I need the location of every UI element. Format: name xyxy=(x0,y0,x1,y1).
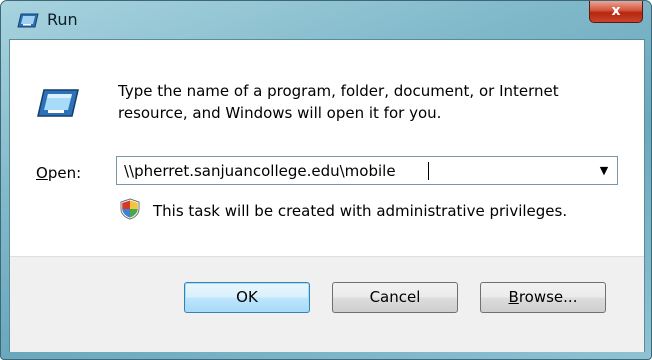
dialog-description: Type the name of a program, folder, docu… xyxy=(118,82,559,122)
cancel-button[interactable]: Cancel xyxy=(332,282,458,313)
uac-shield-icon xyxy=(120,198,140,220)
dropdown-button[interactable]: ▼ xyxy=(591,157,617,184)
dialog-client-area: Type the name of a program, folder, docu… xyxy=(9,39,645,352)
ok-button[interactable]: OK xyxy=(184,282,310,313)
browse-button[interactable]: Browse... xyxy=(480,282,606,313)
open-label-text: pen: xyxy=(47,164,82,182)
window-title: Run xyxy=(47,10,78,29)
open-label-accelerator: O xyxy=(36,164,48,182)
text-caret xyxy=(428,162,429,180)
open-input[interactable] xyxy=(117,157,587,184)
browse-accelerator: B xyxy=(508,288,519,306)
admin-privileges-note: This task will be created with administr… xyxy=(153,202,568,220)
title-bar[interactable]: Run x xyxy=(1,1,651,39)
open-combobox[interactable]: ▼ xyxy=(116,156,618,185)
browse-label: rowse... xyxy=(518,288,578,306)
close-button[interactable]: x xyxy=(589,1,643,23)
chevron-down-icon: ▼ xyxy=(599,164,609,177)
run-icon xyxy=(17,13,39,28)
run-dialog-window: Run x Type the name of a program, folder… xyxy=(0,0,652,360)
open-label: Open: xyxy=(36,164,81,182)
run-icon xyxy=(36,88,80,118)
close-icon: x xyxy=(611,3,621,19)
